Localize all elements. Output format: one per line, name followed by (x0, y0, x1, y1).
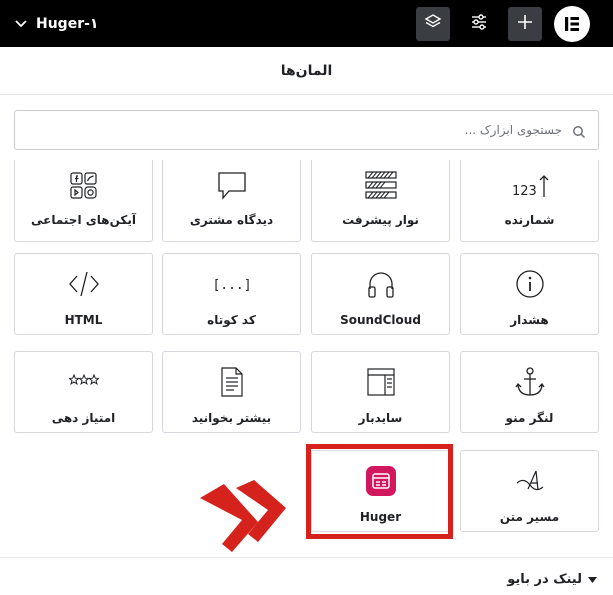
anchor-icon (461, 366, 598, 398)
widget-label: SoundCloud (340, 313, 421, 327)
widget-menu-anchor[interactable]: لنگر منو (460, 351, 599, 433)
annotation-arrows-icon (196, 478, 288, 554)
widget-search (14, 110, 599, 150)
section-label: لینک در بایو (507, 571, 582, 587)
widget-label: HTML (64, 313, 103, 327)
structure-button[interactable] (416, 7, 450, 41)
svg-text:[...]: [...] (215, 278, 249, 293)
widget-counter[interactable]: 123 شمارنده (460, 160, 599, 242)
caret-down-icon (588, 572, 597, 587)
speech-bubble-icon (163, 171, 300, 201)
widget-label: نوار پیشرفت (342, 213, 419, 227)
widget-label: سایدبار (358, 411, 403, 425)
huger-highlight-frame (306, 444, 453, 539)
info-circle-icon (461, 269, 598, 299)
section-divider (0, 557, 613, 558)
widget-sidebar[interactable]: سایدبار (311, 351, 450, 433)
widget-soundcloud[interactable]: SoundCloud (311, 253, 450, 335)
document-title-dropdown[interactable]: Huger-۱ (14, 0, 98, 47)
widget-testimonial[interactable]: دیدگاه مشتری (162, 160, 301, 242)
widget-alert[interactable]: هشدار (460, 253, 599, 335)
search-icon (572, 124, 586, 139)
widget-html[interactable]: HTML (14, 253, 153, 335)
sidebar-layout-icon (312, 367, 449, 397)
layers-icon (424, 13, 442, 35)
counter-icon: 123 (461, 173, 598, 199)
site-settings-button[interactable] (462, 7, 496, 41)
headphones-icon (312, 269, 449, 299)
link-in-bio-category-toggle[interactable]: لینک در بایو (507, 568, 597, 590)
chevron-down-icon (14, 17, 28, 31)
document-icon (163, 366, 300, 398)
panel-title: المان‌ها (0, 47, 613, 95)
plus-icon (517, 14, 533, 34)
widget-label: مسیر متن (499, 510, 560, 524)
widget-star-rating[interactable]: امتیاز دهی (14, 351, 153, 433)
social-icons-icon (15, 171, 152, 201)
code-brackets-icon (15, 269, 152, 299)
text-path-icon (461, 467, 598, 497)
widget-read-more[interactable]: بیشتر بخوانید (162, 351, 301, 433)
top-bar: Huger-۱ (0, 0, 613, 47)
widget-social-icons[interactable]: آیکن‌های اجتماعی (14, 160, 153, 242)
elementor-logo-icon[interactable] (554, 6, 590, 42)
add-element-button[interactable] (508, 7, 542, 41)
widget-label: لنگر منو (505, 411, 554, 425)
widget-label: آیکن‌های اجتماعی (31, 213, 136, 227)
widget-text-path[interactable]: مسیر متن (460, 450, 599, 532)
widget-label: بیشتر بخوانید (191, 411, 272, 425)
widget-label: دیدگاه مشتری (189, 213, 274, 227)
widget-label: امتیاز دهی (51, 411, 116, 425)
widget-progress-bar[interactable]: نوار پیشرفت (311, 160, 450, 242)
svg-text:123: 123 (512, 184, 537, 199)
widget-label: شمارنده (504, 213, 555, 227)
shortcode-icon: [...] (163, 272, 300, 296)
widget-shortcode[interactable]: [...] کد کوتاه (162, 253, 301, 335)
stars-icon (15, 374, 152, 388)
progress-bar-icon (312, 171, 449, 201)
widget-label: هشدار (510, 313, 549, 327)
document-title: Huger-۱ (36, 15, 99, 32)
widget-label: کد کوتاه (207, 313, 256, 327)
search-input[interactable] (15, 111, 598, 149)
sliders-icon (470, 13, 488, 35)
